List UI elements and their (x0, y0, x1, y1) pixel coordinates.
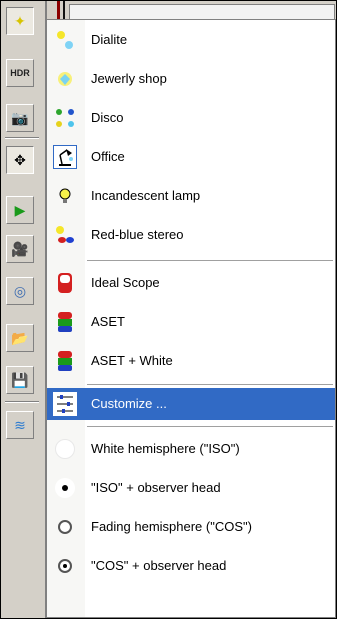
toolbar-separator (5, 401, 39, 403)
menu-item-label: Red-blue stereo (91, 227, 184, 242)
menu-item-office[interactable]: Office (47, 141, 335, 173)
bulb-icon (53, 184, 77, 208)
menu-item-incandescent-lamp[interactable]: Incandescent lamp (47, 180, 335, 212)
toolbar-separator (5, 137, 39, 139)
camera-settings-icon: 🎥 (11, 240, 29, 257)
play-icon: ▶ (14, 201, 26, 218)
white-hemisphere-icon (53, 437, 77, 461)
move-icon: ✥ (14, 151, 26, 168)
menu-item-label: Customize ... (91, 396, 167, 411)
menu-item-customize[interactable]: Customize ... (47, 388, 335, 420)
move-button[interactable]: ✥ (6, 146, 34, 174)
camera-icon: 📷 (11, 109, 29, 126)
eye-scope-button[interactable]: ◎ (6, 277, 34, 305)
menu-item-label: Incandescent lamp (91, 188, 201, 203)
menu-item-label: Disco (91, 110, 124, 125)
menu-item-cos-observer-head[interactable]: "COS" + observer head (47, 550, 335, 582)
water-pattern-button[interactable]: ≋ (6, 411, 34, 439)
save-disk-icon: 💾 (11, 371, 29, 388)
jewelry-light-icon (53, 67, 77, 91)
lamp-dropdown-icon: ✦ (14, 12, 26, 29)
cos-observer-icon (53, 554, 77, 578)
menu-item-fading-hemisphere-cos[interactable]: Fading hemisphere ("COS") (47, 511, 335, 543)
menu-separator (87, 384, 333, 385)
save-button[interactable]: 💾 (6, 366, 34, 394)
open-button[interactable]: 📂 (6, 324, 34, 352)
menu-item-label: White hemisphere ("ISO") (91, 441, 240, 456)
lamp-dropdown-button[interactable]: ✦ (6, 7, 34, 35)
aset-icon (53, 310, 77, 334)
menu-item-dialite[interactable]: Dialite (47, 24, 335, 56)
menu-item-label: Dialite (91, 32, 128, 47)
menu-separator (87, 426, 333, 427)
dialite-light-icon (53, 28, 77, 52)
menu-item-disco[interactable]: Disco (47, 102, 335, 134)
ideal-scope-icon (53, 271, 77, 295)
camera-button[interactable]: 📷 (6, 104, 34, 132)
stereo-glasses-icon (53, 223, 77, 247)
fading-hemisphere-icon (53, 515, 77, 539)
menu-item-ideal-scope[interactable]: Ideal Scope (47, 267, 335, 299)
menu-item-red-blue-stereo[interactable]: Red-blue stereo (47, 219, 335, 251)
hdr-button[interactable]: HDR (6, 59, 34, 87)
menu-item-label: Office (91, 149, 125, 164)
menu-item-label: "COS" + observer head (91, 558, 227, 573)
iso-observer-icon (53, 476, 77, 500)
customize-icon (53, 392, 77, 416)
open-folder-icon: 📂 (11, 329, 29, 346)
menu-item-label: Fading hemisphere ("COS") (91, 519, 252, 534)
menu-item-iso-observer-head[interactable]: "ISO" + observer head (47, 472, 335, 504)
desk-lamp-icon (53, 145, 77, 169)
left-toolbar: ✦ HDR 📷 ✥ ▶ 🎥 ◎ 📂 💾 ≋ (1, 1, 47, 618)
disco-light-icon (53, 106, 77, 130)
water-pattern-icon: ≋ (14, 416, 26, 433)
eye-scope-icon: ◎ (13, 282, 27, 299)
menu-item-label: Jewerly shop (91, 71, 167, 86)
menu-item-aset[interactable]: ASET (47, 306, 335, 338)
play-button[interactable]: ▶ (6, 196, 34, 224)
menu-item-label: ASET (91, 314, 125, 329)
camera-settings-button[interactable]: 🎥 (6, 235, 34, 263)
menu-item-label: Ideal Scope (91, 275, 160, 290)
lighting-dropdown-menu: Dialite Jewerly shop Disco Office Incand… (46, 19, 336, 618)
menu-separator (87, 260, 333, 261)
menu-item-jewerly-shop[interactable]: Jewerly shop (47, 63, 335, 95)
menu-item-white-hemisphere-iso[interactable]: White hemisphere ("ISO") (47, 433, 335, 465)
aset-white-icon (53, 349, 77, 373)
menu-item-label: "ISO" + observer head (91, 480, 221, 495)
menu-item-label: ASET + White (91, 353, 173, 368)
hdr-label: HDR (10, 68, 30, 78)
menu-item-aset-white[interactable]: ASET + White (47, 345, 335, 377)
